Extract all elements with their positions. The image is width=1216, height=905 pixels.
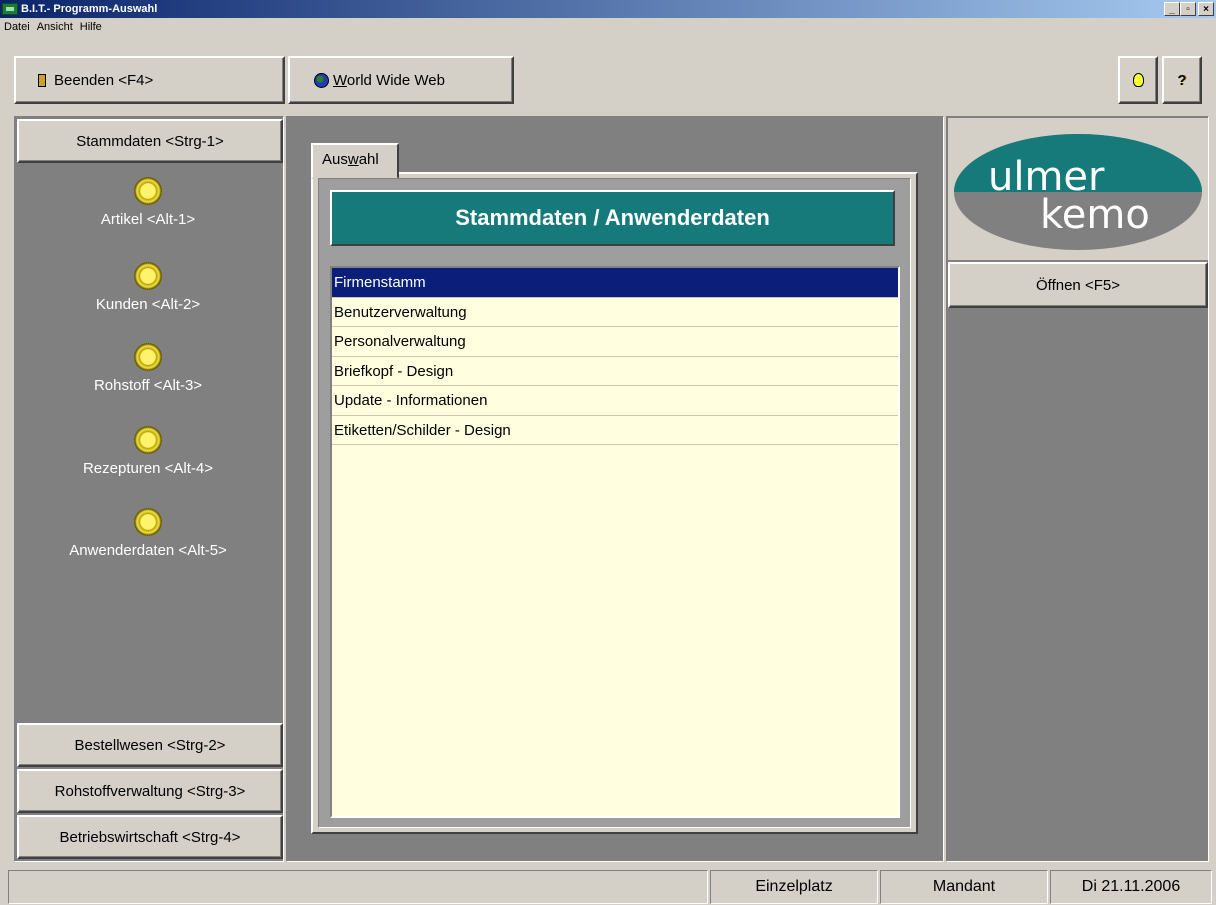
logo-graphic: ulmer kemo xyxy=(954,134,1202,250)
tab-auswahl[interactable]: Auswahl xyxy=(311,143,399,179)
nav-item-label: Artikel <Alt-1> xyxy=(100,211,196,228)
nav-item-label: Kunden <Alt-2> xyxy=(95,296,201,313)
window-controls: _ ▫ × xyxy=(1164,2,1214,16)
nav-item-artikel[interactable]: Artikel <Alt-1> xyxy=(15,177,281,228)
nav-bestellwesen-button[interactable]: Bestellwesen <Strg-2> xyxy=(17,723,283,767)
company-logo: ulmer kemo xyxy=(948,118,1208,260)
nav-item-label: Rohstoff <Alt-3> xyxy=(93,377,203,394)
www-label-rest: orld Wide Web xyxy=(346,71,445,89)
status-mandant: Mandant xyxy=(880,870,1048,904)
menu-ansicht[interactable]: Ansicht xyxy=(33,21,76,33)
list-item[interactable]: Update - Informationen xyxy=(332,386,898,416)
section-header: Stammdaten / Anwenderdaten xyxy=(330,190,895,246)
menu-datei[interactable]: Datei xyxy=(0,21,33,33)
app-icon xyxy=(2,3,18,15)
navigation-panel: Stammdaten <Strg-1> Artikel <Alt-1> Kund… xyxy=(14,116,284,862)
title-bar: B.I.T.- Programm-Auswahl _ ▫ × xyxy=(0,0,1216,18)
list-item[interactable]: Briefkopf - Design xyxy=(332,357,898,386)
maximize-button[interactable]: ▫ xyxy=(1180,2,1196,16)
nav-rohstoffverwaltung-button[interactable]: Rohstoffverwaltung <Strg-3> xyxy=(17,769,283,813)
lightbulb-icon xyxy=(1132,73,1144,87)
www-label: World Wide Web xyxy=(333,72,445,89)
tab-label-pre: Aus xyxy=(322,151,348,168)
door-icon xyxy=(38,73,46,87)
tab-label-mnemonic: w xyxy=(347,151,359,168)
tip-button[interactable] xyxy=(1118,56,1158,104)
nav-item-kunden[interactable]: Kunden <Alt-2> xyxy=(15,262,281,313)
open-button[interactable]: Öffnen <F5> xyxy=(948,262,1208,308)
list-item[interactable]: Etiketten/Schilder - Design xyxy=(332,416,898,445)
nav-item-label: Rezepturen <Alt-4> xyxy=(82,460,214,477)
nav-item-rohstoff[interactable]: Rohstoff <Alt-3> xyxy=(15,343,281,394)
status-message xyxy=(8,870,708,904)
close-button[interactable]: × xyxy=(1198,2,1214,16)
status-mode: Einzelplatz xyxy=(710,870,878,904)
minimize-button[interactable]: _ xyxy=(1164,2,1180,16)
tab-label-post: ahl xyxy=(358,151,379,168)
gear-icon xyxy=(134,343,162,371)
list-item[interactable]: Personalverwaltung xyxy=(332,327,898,357)
world-wide-web-button[interactable]: World Wide Web xyxy=(288,56,514,104)
gear-icon xyxy=(134,508,162,536)
nav-item-rezepturen[interactable]: Rezepturen <Alt-4> xyxy=(15,426,281,477)
question-icon: ? xyxy=(1177,71,1187,89)
help-button[interactable]: ? xyxy=(1162,56,1202,104)
gear-icon xyxy=(134,426,162,454)
nav-betriebswirtschaft-button[interactable]: Betriebswirtschaft <Strg-4> xyxy=(17,815,283,859)
nav-item-anwenderdaten[interactable]: Anwenderdaten <Alt-5> xyxy=(15,508,281,559)
status-date: Di 21.11.2006 xyxy=(1050,870,1212,904)
gear-icon xyxy=(134,262,162,290)
nav-stammdaten-button[interactable]: Stammdaten <Strg-1> xyxy=(17,119,283,163)
menu-bar: Datei Ansicht Hilfe xyxy=(0,18,1216,35)
www-mnemonic: W xyxy=(333,71,347,89)
gear-icon xyxy=(134,177,162,205)
exit-label: Beenden <F4> xyxy=(54,71,154,89)
list-item[interactable]: Benutzerverwaltung xyxy=(332,298,898,327)
list-item[interactable]: Firmenstamm xyxy=(332,268,898,298)
nav-item-label: Anwenderdaten <Alt-5> xyxy=(69,542,227,559)
window-title: B.I.T.- Programm-Auswahl xyxy=(21,3,158,15)
menu-hilfe[interactable]: Hilfe xyxy=(76,21,105,33)
globe-icon xyxy=(314,72,329,88)
function-list[interactable]: Firmenstamm Benutzerverwaltung Personalv… xyxy=(330,266,900,818)
logo-text-kemo: kemo xyxy=(1040,192,1150,238)
exit-button[interactable]: Beenden <F4> xyxy=(14,56,285,104)
